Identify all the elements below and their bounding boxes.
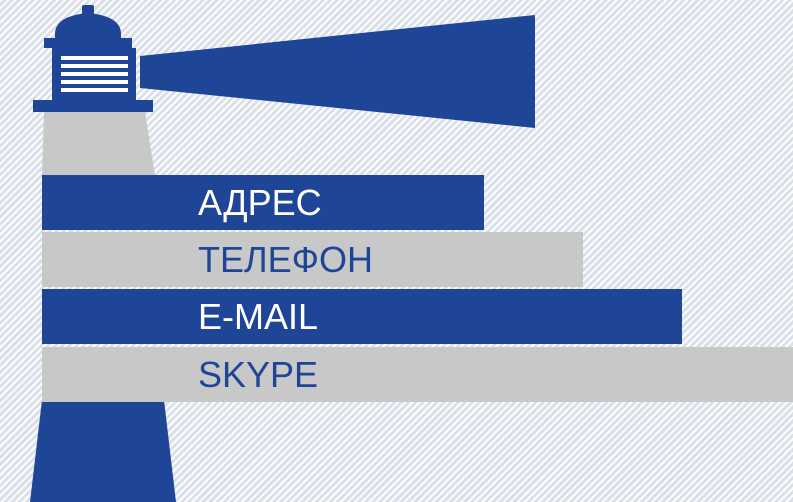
tower-upper bbox=[42, 112, 155, 175]
light-beam bbox=[140, 15, 535, 128]
email-label: E-MAIL bbox=[198, 295, 319, 337]
contacts-banner: АДРЕС ТЕЛЕФОН E-MAIL SKYPE bbox=[0, 0, 793, 502]
contact-bar-phone[interactable]: ТЕЛЕФОН bbox=[42, 232, 583, 287]
address-label: АДРЕС bbox=[198, 181, 322, 223]
contact-bar-email[interactable]: E-MAIL bbox=[42, 289, 682, 344]
lighthouse-gallery bbox=[44, 38, 132, 48]
lantern-base bbox=[33, 100, 153, 112]
tower-lower bbox=[30, 400, 176, 502]
contact-bar-address[interactable]: АДРЕС bbox=[42, 175, 484, 230]
lighthouse-dome-tip bbox=[82, 5, 94, 15]
skype-label: SKYPE bbox=[198, 353, 319, 395]
phone-label: ТЕЛЕФОН bbox=[198, 238, 374, 280]
contact-bar-skype[interactable]: SKYPE bbox=[42, 347, 793, 402]
